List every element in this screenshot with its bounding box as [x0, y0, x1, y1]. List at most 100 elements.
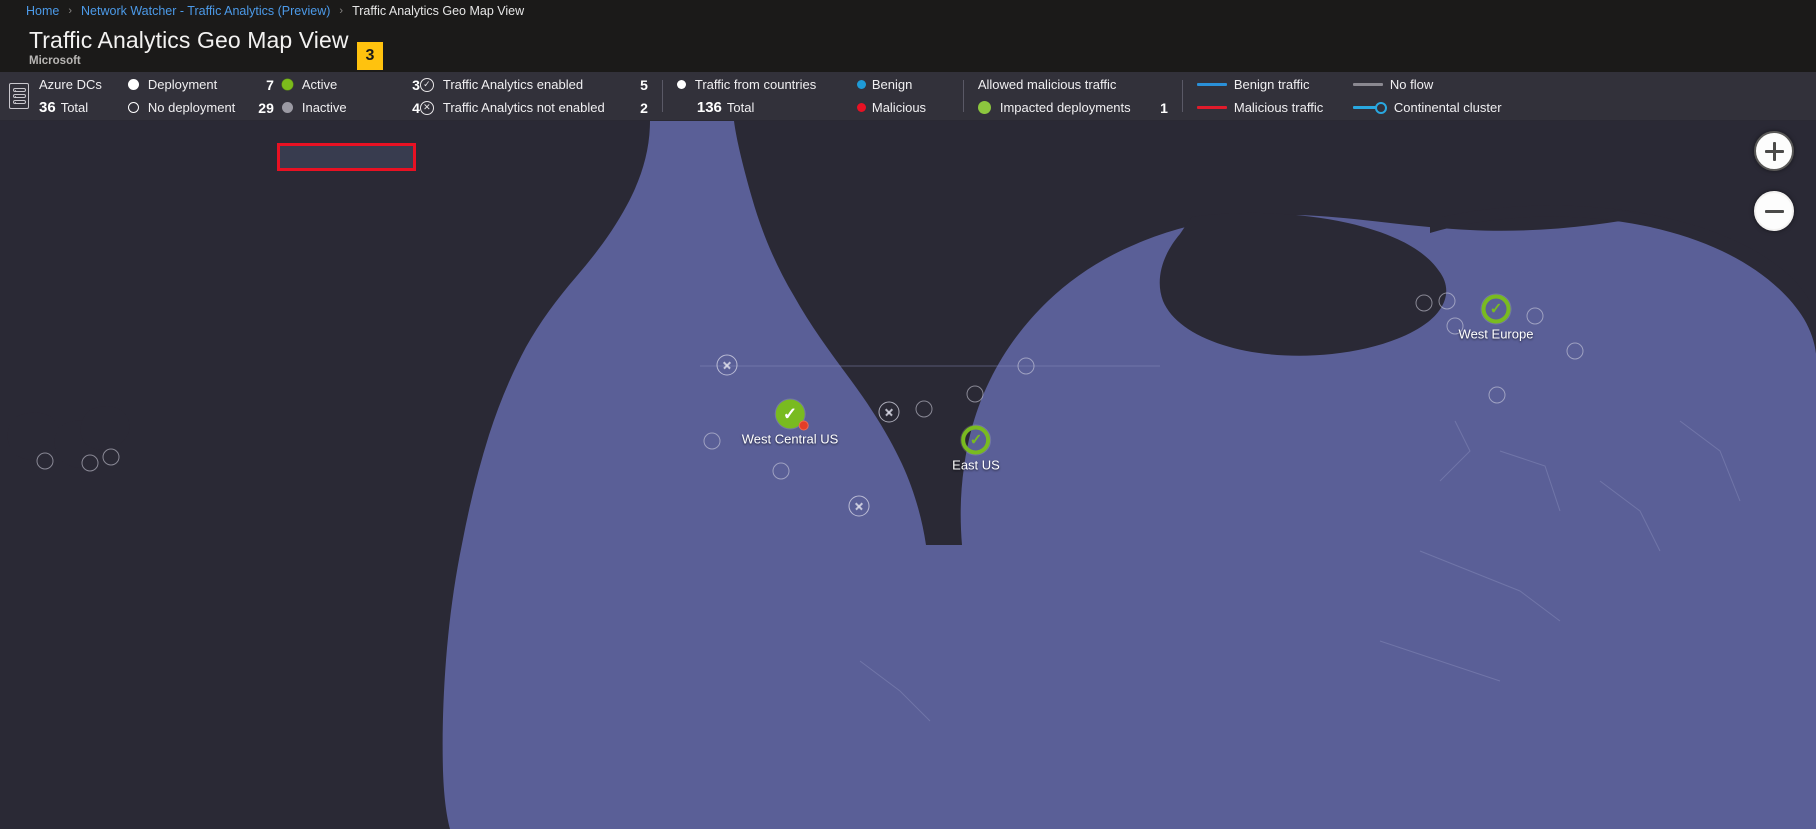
legend-item-malicious: Malicious	[857, 97, 926, 118]
legend-value-active: 3	[396, 77, 420, 93]
legend-group-flow-lines: Benign traffic Malicious traffic	[1197, 72, 1319, 121]
legend-group-countries: Traffic from countries 136 Total	[677, 72, 857, 121]
breadcrumb-separator-icon: ›	[339, 5, 343, 17]
dc-node-disabled[interactable]	[879, 402, 900, 423]
legend-label-impacted-deployments: Impacted deployments	[1000, 100, 1131, 115]
dc-node[interactable]	[37, 453, 54, 470]
legend-label-ta-enabled: Traffic Analytics enabled	[443, 77, 583, 92]
check-circle-marker-icon: ✓	[775, 400, 804, 429]
legend-value-deployment: 7	[250, 77, 274, 93]
legend-label-deployment: Deployment	[148, 77, 217, 92]
legend-label-no-flow: No flow	[1390, 77, 1433, 92]
dc-node[interactable]	[916, 401, 933, 418]
dc-node[interactable]	[103, 449, 120, 466]
cluster-line-icon	[1353, 102, 1387, 114]
legend-group-azure-dcs: Azure DCs 36 Total	[0, 72, 102, 121]
legend-item-deployment[interactable]: Deployment 7	[128, 74, 274, 95]
x-circle-icon: ✕	[420, 101, 434, 115]
legend-label-benign: Benign	[872, 77, 912, 92]
legend-value-inactive: 4	[396, 100, 420, 116]
annotation-step-badge: 3	[357, 42, 383, 70]
land-layer	[0, 121, 1816, 829]
legend-item-no-deployment[interactable]: No deployment 29	[128, 97, 274, 118]
breadcrumb-item-network-watcher[interactable]: Network Watcher - Traffic Analytics (Pre…	[81, 4, 330, 18]
blue-dot-icon	[857, 80, 866, 89]
legend-item-ta-not-enabled[interactable]: ✕ Traffic Analytics not enabled 2	[420, 97, 648, 118]
dc-node[interactable]	[82, 455, 99, 472]
breadcrumb-item-home[interactable]: Home	[26, 4, 59, 18]
legend-item-benign-traffic-line: Benign traffic	[1197, 74, 1323, 95]
azure-portal-geo-map-page: Home › Network Watcher - Traffic Analyti…	[0, 0, 1816, 829]
dc-node[interactable]	[967, 386, 984, 403]
check-circle-marker-icon: ✓	[1481, 295, 1510, 324]
legend-group-flow-states: No flow Continental cluster	[1353, 72, 1513, 121]
olive-circle-icon	[978, 101, 991, 114]
azure-dcs-count: 36	[39, 98, 56, 117]
breadcrumb: Home › Network Watcher - Traffic Analyti…	[0, 0, 1816, 22]
legend-label-benign-traffic: Benign traffic	[1234, 77, 1310, 92]
dc-node[interactable]	[773, 463, 790, 480]
map-marker-west-europe[interactable]: ✓ West Europe	[1459, 295, 1534, 342]
grey-circle-icon	[282, 102, 293, 113]
legend-item-inactive[interactable]: Inactive 4	[274, 97, 420, 118]
map-marker-label: West Central US	[742, 432, 839, 447]
legend-label-no-deployment: No deployment	[148, 100, 235, 115]
azure-dcs-total-label: Total	[61, 98, 88, 117]
legend-value-countries-count: 136	[697, 99, 722, 116]
red-line-icon	[1197, 106, 1227, 110]
legend-item-no-flow: No flow	[1353, 74, 1502, 95]
page-header: Traffic Analytics Geo Map View Microsoft	[0, 22, 1816, 72]
legend-divider	[1182, 80, 1183, 112]
geo-map-canvas[interactable]: ✓ West Central US ✓ East US ✓ West Europ…	[0, 121, 1816, 829]
legend-label-active: Active	[302, 77, 337, 92]
legend-value-ta-enabled: 5	[624, 77, 648, 93]
breadcrumb-separator-icon: ›	[68, 5, 72, 17]
legend-item-countries: Traffic from countries	[677, 74, 816, 95]
legend-label-countries: Traffic from countries	[695, 77, 816, 92]
legend-value-ta-not-enabled: 2	[624, 100, 648, 116]
legend-divider	[963, 80, 964, 112]
legend-item-impacted-deployments: Impacted deployments 1	[978, 97, 1168, 118]
dc-node[interactable]	[1489, 387, 1506, 404]
dc-node-disabled[interactable]	[849, 496, 870, 517]
legend-label-malicious: Malicious	[872, 100, 926, 115]
map-marker-label: East US	[952, 458, 1000, 473]
map-marker-label: West Europe	[1459, 327, 1534, 342]
legend-item-active[interactable]: Active 3	[274, 74, 420, 95]
map-marker-east-us[interactable]: ✓ East US	[952, 426, 1000, 473]
legend-label-ta-not-enabled: Traffic Analytics not enabled	[443, 100, 605, 115]
alert-dot-icon	[798, 421, 808, 431]
legend-item-benign: Benign	[857, 74, 926, 95]
breadcrumb-item-current: Traffic Analytics Geo Map View	[352, 4, 524, 18]
check-circle-marker-icon: ✓	[962, 426, 991, 455]
dc-node[interactable]	[704, 433, 721, 450]
map-zoom-in-button[interactable]	[1754, 131, 1794, 171]
legend-label-inactive: Inactive	[302, 100, 347, 115]
legend-group-traffic-types: Benign Malicious	[857, 72, 949, 121]
legend-label-continental-cluster: Continental cluster	[1394, 100, 1502, 115]
dc-node-disabled[interactable]	[717, 355, 738, 376]
legend-title-allowed-malicious: Allowed malicious traffic	[978, 74, 1168, 95]
legend-item-continental-cluster: Continental cluster	[1353, 97, 1502, 118]
legend-label-countries-total: Total	[727, 100, 754, 115]
legend-item-ta-enabled[interactable]: ✓ Traffic Analytics enabled 5	[420, 74, 648, 95]
dc-node[interactable]	[1567, 343, 1584, 360]
legend-label-malicious-traffic: Malicious traffic	[1234, 100, 1323, 115]
legend-group-activity: Active 3 Inactive 4	[274, 72, 420, 121]
hollow-circle-icon	[128, 102, 139, 113]
map-legend-bar: Azure DCs 36 Total Deployment 7 No deplo…	[0, 72, 1816, 121]
red-dot-icon	[857, 103, 866, 112]
legend-divider	[662, 80, 663, 112]
dc-node[interactable]	[1018, 358, 1035, 375]
legend-group-traffic-analytics: ✓ Traffic Analytics enabled 5 ✕ Traffic …	[420, 72, 648, 121]
dc-node[interactable]	[1439, 293, 1456, 310]
legend-group-allowed-malicious: Allowed malicious traffic Impacted deplo…	[978, 72, 1168, 121]
map-zoom-out-button[interactable]	[1754, 191, 1794, 231]
blue-line-icon	[1197, 83, 1227, 87]
map-marker-west-central-us[interactable]: ✓ West Central US	[742, 400, 839, 447]
dc-node[interactable]	[1416, 295, 1433, 312]
green-circle-icon	[282, 79, 293, 90]
filled-circle-icon	[677, 80, 686, 89]
legend-item-malicious-traffic-line: Malicious traffic	[1197, 97, 1323, 118]
check-circle-icon: ✓	[420, 78, 434, 92]
